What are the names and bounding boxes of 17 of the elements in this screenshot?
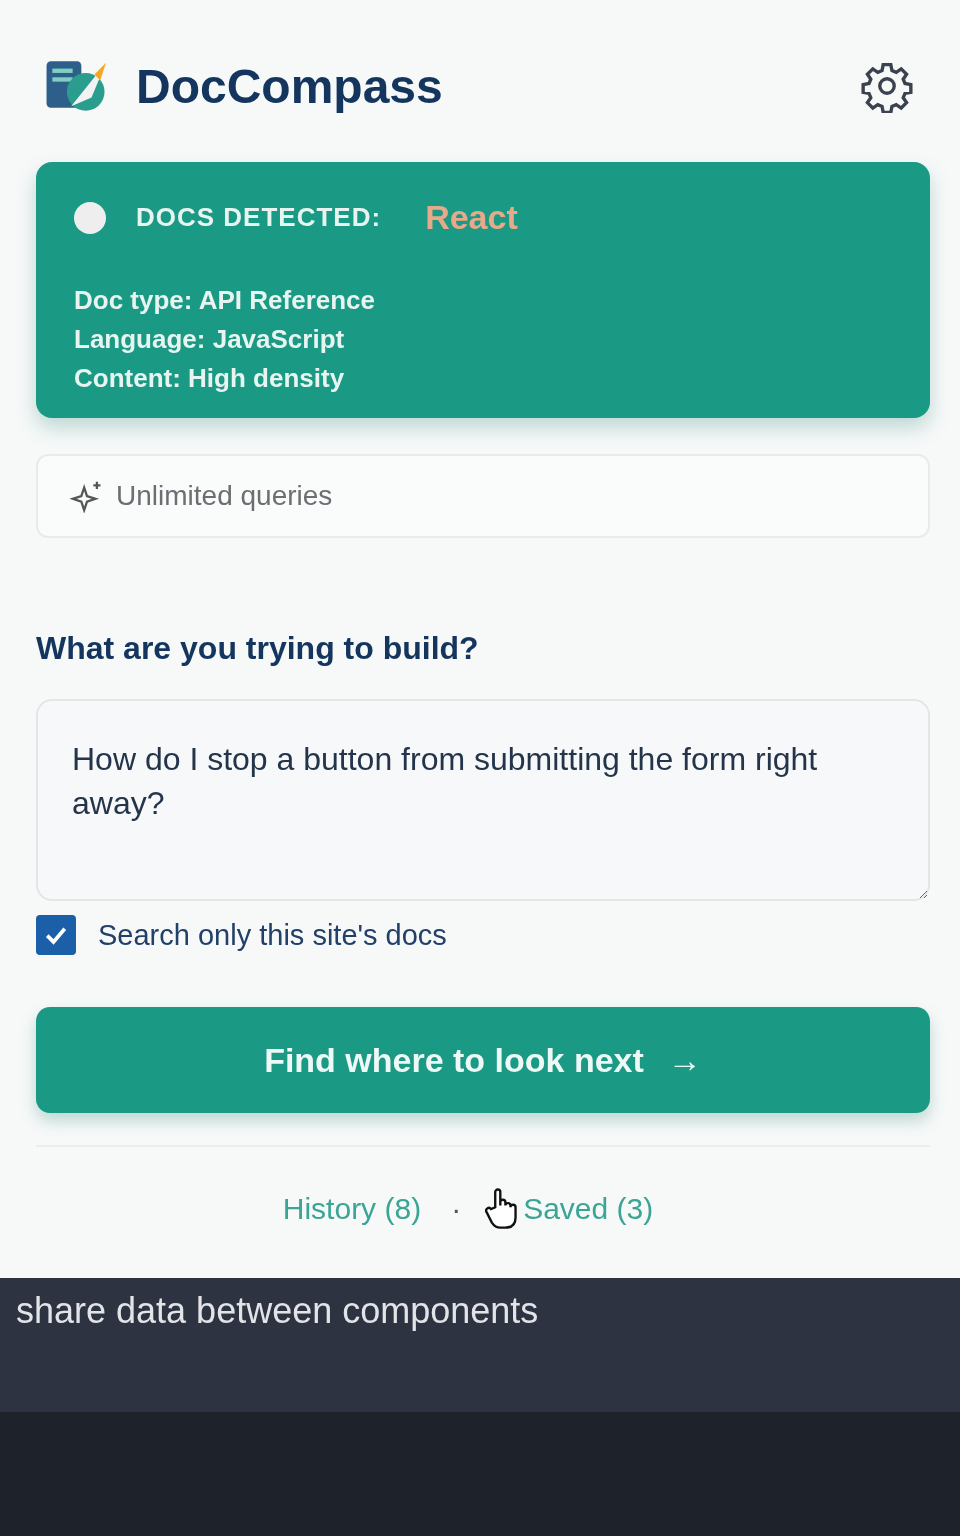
framework-name: React — [425, 198, 518, 237]
question-field[interactable]: How do I stop a button from submitting the form right away? — [36, 699, 930, 901]
scope-label: Search only this site's docs — [98, 918, 447, 952]
detail-line: Content: High density — [74, 362, 346, 395]
question-heading: What are you trying to build? — [36, 630, 480, 667]
saved-link[interactable]: Saved (3) — [523, 1192, 654, 1226]
detail-line: Language: JavaScript — [74, 323, 346, 356]
plan-label: Unlimited queries — [116, 480, 333, 512]
detail-line: Doc type: API Reference — [74, 284, 377, 317]
submit-button[interactable]: Find where to look next → — [36, 1007, 930, 1113]
history-link[interactable]: History (8) — [282, 1192, 422, 1226]
separator-dot: · — [451, 1192, 462, 1226]
scope-checkbox[interactable] — [36, 915, 76, 955]
hand-cursor-icon — [485, 1187, 520, 1231]
detection-label: DOCS DETECTED: — [136, 202, 382, 233]
page-text: share data between components — [16, 1290, 539, 1332]
app-title: DocCompass — [136, 58, 443, 114]
